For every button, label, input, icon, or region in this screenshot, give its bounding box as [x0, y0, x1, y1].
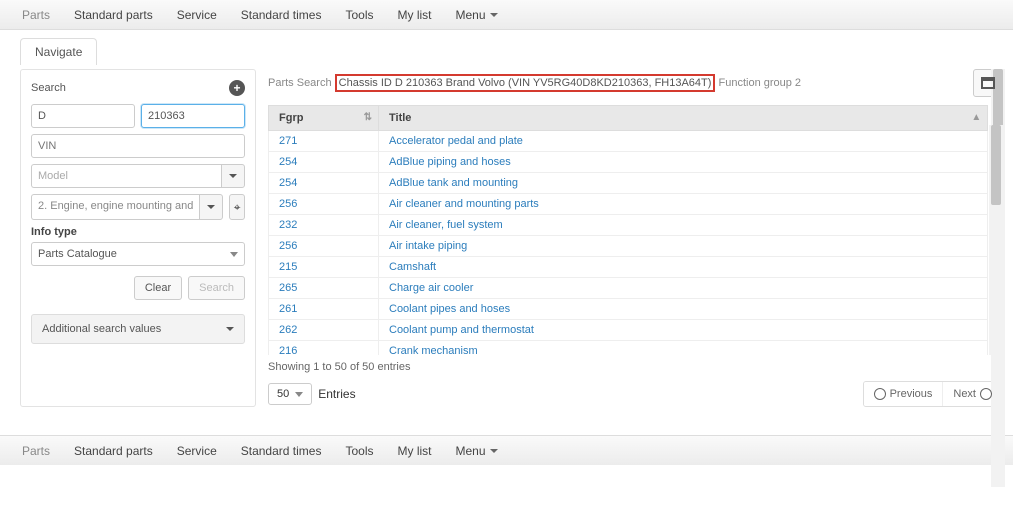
model-dropdown-button[interactable]: [221, 164, 245, 188]
nav-parts[interactable]: Parts: [10, 8, 62, 22]
title-link[interactable]: Crank mechanism: [389, 345, 478, 355]
fgrp-link[interactable]: 215: [279, 261, 297, 273]
chassis-prefix-input[interactable]: [31, 104, 135, 128]
title-link[interactable]: Air cleaner, fuel system: [389, 219, 503, 231]
title-link[interactable]: Coolant pipes and hoses: [389, 303, 510, 315]
col-fgrp[interactable]: Fgrp⇅: [269, 106, 379, 131]
title-link[interactable]: Camshaft: [389, 261, 436, 273]
title-link[interactable]: Charge air cooler: [389, 282, 473, 294]
bottom-navbar: Parts Standard parts Service Standard ti…: [0, 435, 1013, 465]
vin-input[interactable]: [31, 134, 245, 158]
nav2-menu[interactable]: Menu: [443, 444, 509, 458]
chevron-down-icon: [490, 13, 498, 17]
table-row: 262 Coolant pump and thermostat: [269, 320, 988, 341]
entries-label: Entries: [318, 387, 355, 401]
table-row: 254 AdBlue tank and mounting: [269, 173, 988, 194]
nav-service[interactable]: Service: [165, 8, 229, 22]
table-scroll-thumb[interactable]: [991, 125, 1001, 205]
title-link[interactable]: Coolant pump and thermostat: [389, 324, 534, 336]
nav-standard-times[interactable]: Standard times: [229, 8, 334, 22]
breadcrumb: Parts Search Chassis ID D 210363 Brand V…: [268, 74, 969, 92]
col-title[interactable]: Title▲: [379, 106, 988, 131]
chevron-down-icon: [229, 174, 237, 178]
nav-tools[interactable]: Tools: [333, 8, 385, 22]
clear-button[interactable]: Clear: [134, 276, 182, 300]
entries-info: Showing 1 to 50 of 50 entries: [268, 361, 1003, 373]
crosshair-icon: ⌖: [234, 200, 241, 215]
chevron-down-icon: [207, 205, 215, 209]
nav-my-list[interactable]: My list: [385, 8, 443, 22]
chevron-down-icon: [230, 252, 238, 257]
chevron-down-icon: [490, 449, 498, 453]
table-row: 216 Crank mechanism: [269, 341, 988, 356]
table-row: 215 Camshaft: [269, 257, 988, 278]
title-link[interactable]: Air intake piping: [389, 240, 467, 252]
info-type-select[interactable]: Parts Catalogue: [31, 242, 245, 266]
fgrp-link[interactable]: 254: [279, 177, 297, 189]
title-link[interactable]: Accelerator pedal and plate: [389, 135, 523, 147]
breadcrumb-highlight: Chassis ID D 210363 Brand Volvo (VIN YV5…: [335, 74, 716, 92]
chevron-down-icon: [295, 392, 303, 397]
fgrp-link[interactable]: 256: [279, 240, 297, 252]
search-heading: Search: [31, 82, 66, 94]
nav2-my-list[interactable]: My list: [385, 444, 443, 458]
chassis-number-input[interactable]: [141, 104, 245, 128]
target-button[interactable]: ⌖: [229, 194, 245, 220]
nav2-tools[interactable]: Tools: [333, 444, 385, 458]
search-button[interactable]: Search: [188, 276, 245, 300]
fgrp-link[interactable]: 261: [279, 303, 297, 315]
add-icon[interactable]: +: [229, 80, 245, 96]
tab-navigate[interactable]: Navigate: [20, 38, 97, 65]
printer-icon: [981, 77, 995, 89]
nav-menu[interactable]: Menu: [443, 8, 509, 22]
nav2-standard-parts[interactable]: Standard parts: [62, 444, 165, 458]
table-row: 271 Accelerator pedal and plate: [269, 131, 988, 152]
fgrp-link[interactable]: 232: [279, 219, 297, 231]
top-navbar: Parts Standard parts Service Standard ti…: [0, 0, 1013, 30]
nav2-parts[interactable]: Parts: [10, 444, 62, 458]
function-group-dropdown-button[interactable]: [199, 194, 223, 220]
nav2-service[interactable]: Service: [165, 444, 229, 458]
chevron-down-icon: [226, 327, 234, 331]
title-link[interactable]: AdBlue piping and hoses: [389, 156, 511, 168]
results-table: Fgrp⇅ Title▲ 271 Accelerator pedal and pl…: [268, 105, 988, 355]
fgrp-link[interactable]: 216: [279, 345, 297, 355]
fgrp-link[interactable]: 271: [279, 135, 297, 147]
table-row: 254 AdBlue piping and hoses: [269, 152, 988, 173]
fgrp-link[interactable]: 254: [279, 156, 297, 168]
fgrp-link[interactable]: 265: [279, 282, 297, 294]
table-row: 256 Air intake piping: [269, 236, 988, 257]
sort-asc-icon: ▲: [971, 112, 981, 123]
sort-icon: ⇅: [364, 112, 372, 123]
nav2-standard-times[interactable]: Standard times: [229, 444, 334, 458]
function-group-select[interactable]: 2. Engine, engine mounting and: [31, 194, 199, 220]
table-row: 261 Coolant pipes and hoses: [269, 299, 988, 320]
nav-standard-parts[interactable]: Standard parts: [62, 8, 165, 22]
title-link[interactable]: Air cleaner and mounting parts: [389, 198, 539, 210]
fgrp-link[interactable]: 262: [279, 324, 297, 336]
pagination: Previous Next: [863, 381, 1003, 407]
results-area: Parts Search Chassis ID D 210363 Brand V…: [268, 69, 1003, 407]
additional-search-values[interactable]: Additional search values: [31, 314, 245, 344]
tab-bar: Navigate: [0, 30, 1013, 65]
fgrp-link[interactable]: 256: [279, 198, 297, 210]
table-row: 256 Air cleaner and mounting parts: [269, 194, 988, 215]
page-size-select[interactable]: 50: [268, 383, 312, 405]
previous-button[interactable]: Previous: [864, 382, 943, 406]
title-link[interactable]: AdBlue tank and mounting: [389, 177, 518, 189]
arrow-right-icon: [980, 388, 992, 400]
info-type-label: Info type: [31, 226, 245, 238]
arrow-left-icon: [874, 388, 886, 400]
model-select[interactable]: Model: [31, 164, 245, 188]
table-row: 232 Air cleaner, fuel system: [269, 215, 988, 236]
table-row: 265 Charge air cooler: [269, 278, 988, 299]
search-panel: Search + Model 2. Engine, engine mountin…: [20, 69, 256, 407]
